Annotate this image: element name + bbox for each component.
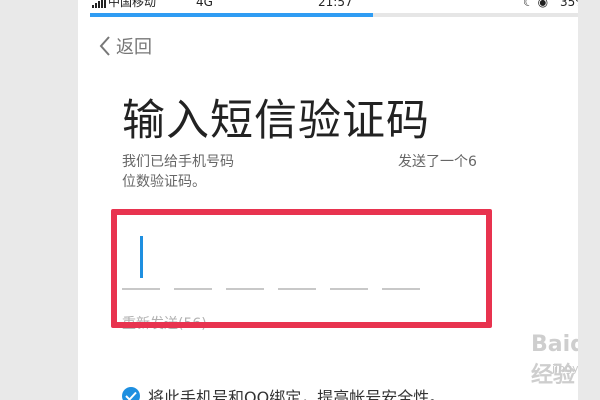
back-button[interactable]: 返回 xyxy=(98,33,152,59)
signal-icon xyxy=(92,0,106,8)
status-icons: ☾ ◉ xyxy=(523,0,549,9)
network-type: 4G xyxy=(196,0,213,9)
status-bar: 中国移动 4G 21:57 ☾ ◉ 35% xyxy=(78,0,578,14)
bind-checkbox[interactable] xyxy=(122,387,140,400)
page-title: 输入短信验证码 xyxy=(122,96,430,146)
description-right-text: 发送了一个6 xyxy=(398,154,477,170)
bind-option-label: 将此手机号和QQ绑定，提高帐号安全性。 xyxy=(148,388,446,400)
page-progress-bar xyxy=(90,13,578,17)
carrier-label: 中国移动 xyxy=(108,0,157,9)
check-icon xyxy=(125,391,137,400)
watermark-url: jingyan.baidu.com xyxy=(552,362,578,375)
phone-screen: 中国移动 4G 21:57 ☾ ◉ 35% 返回 输入短信验证码 我们已给手机号… xyxy=(78,0,578,400)
back-chevron-icon xyxy=(99,36,110,56)
verification-description: 我们已给手机号码 发送了一个6 位数验证码。 xyxy=(122,152,502,192)
description-line-2: 位数验证码。 xyxy=(122,174,206,190)
back-label: 返回 xyxy=(116,37,152,58)
progress-fill xyxy=(90,13,374,17)
clock: 21:57 xyxy=(318,0,353,9)
annotation-highlight-box xyxy=(111,209,492,328)
battery-percentage: 35% xyxy=(560,0,578,9)
bind-qq-option[interactable]: 将此手机号和QQ绑定，提高帐号安全性。 xyxy=(122,384,445,400)
watermark-logo: Baidu经验 xyxy=(531,332,578,388)
